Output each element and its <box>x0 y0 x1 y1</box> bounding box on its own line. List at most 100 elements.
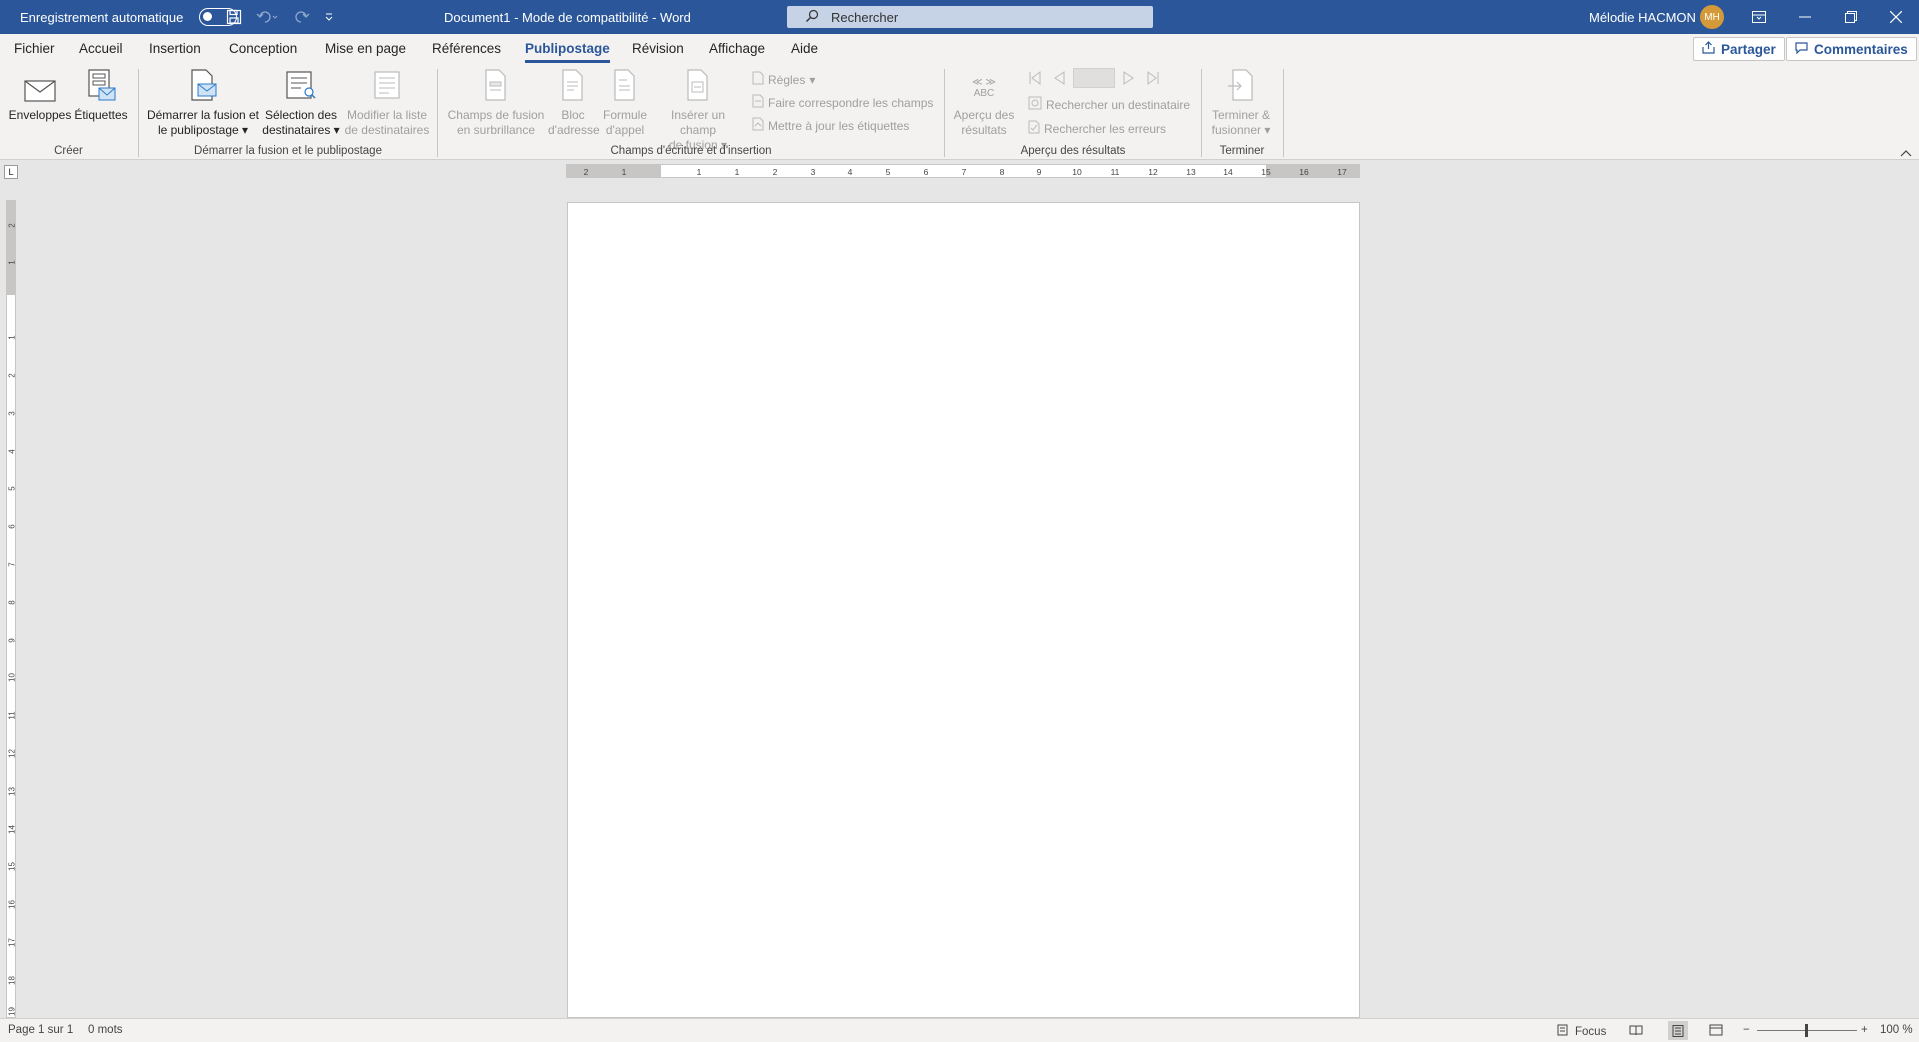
tab-selector[interactable]: L <box>4 165 18 179</box>
word-count[interactable]: 0 mots <box>88 1024 123 1036</box>
comments-button[interactable]: Commentaires <box>1786 37 1917 61</box>
ruler-top-margin <box>7 201 15 295</box>
start-mail-merge-button[interactable]: Démarrer la fusion et le publipostage ▾ <box>146 68 260 138</box>
ruler-tick: 11 <box>7 711 17 720</box>
labels-button[interactable]: Étiquettes <box>74 68 128 123</box>
finish-line1: Terminer & <box>1211 108 1270 122</box>
match-fields-icon <box>752 94 764 111</box>
focus-icon <box>1557 1024 1571 1039</box>
tab-revision[interactable]: Révision <box>632 41 684 56</box>
user-name[interactable]: Mélodie HACMON <box>1589 0 1696 34</box>
tab-accueil[interactable]: Accueil <box>79 41 123 56</box>
ruler-tick: 16 <box>1299 167 1309 177</box>
insert-merge-field-button[interactable]: Insérer un champ de fusion ▾ <box>652 68 744 153</box>
collapse-ribbon-icon[interactable] <box>1900 145 1912 160</box>
tab-aide[interactable]: Aide <box>791 41 818 56</box>
tab-mise-en-page[interactable]: Mise en page <box>325 41 406 56</box>
ruler-tick: 5 <box>7 486 17 491</box>
zoom-level[interactable]: 100 % <box>1880 1024 1913 1036</box>
finish-merge-button[interactable]: Terminer & fusionner ▾ <box>1206 68 1276 138</box>
web-layout-icon[interactable] <box>1709 1024 1723 1036</box>
preview-abc-text: ABC <box>973 88 995 99</box>
ribbon-display-options-icon[interactable] <box>1736 0 1782 34</box>
labels-label: Étiquettes <box>74 108 128 122</box>
ruler-tick: 17 <box>7 938 17 947</box>
save-icon[interactable] <box>226 9 242 25</box>
preview-results-button[interactable]: ≪ ≫ ABC Aperçu des résultats <box>951 68 1017 138</box>
horizontal-ruler[interactable]: 2 1 1 1 2 3 4 5 6 7 8 9 10 11 12 13 14 1… <box>566 164 1360 178</box>
last-record-icon[interactable] <box>1146 71 1160 88</box>
match-fields-button[interactable]: Faire correspondre les champs <box>752 94 933 111</box>
envelopes-button[interactable]: Enveloppes <box>8 68 72 123</box>
first-record-icon[interactable] <box>1028 71 1042 88</box>
chevron-down-icon: ▾ <box>1264 123 1271 137</box>
ruler-tick: 2 <box>583 167 589 177</box>
rules-icon <box>752 71 764 88</box>
edit-list-line2: de destinataires <box>344 123 430 137</box>
ruler-tick: 1 <box>7 260 17 265</box>
update-labels-button[interactable]: Mettre à jour les étiquettes <box>752 117 909 134</box>
previous-record-icon[interactable] <box>1052 71 1066 88</box>
group-separator <box>1201 69 1202 157</box>
rules-button[interactable]: Règles ▾ <box>752 71 815 88</box>
share-button[interactable]: Partager <box>1693 37 1785 61</box>
record-number-input[interactable] <box>1073 68 1115 88</box>
tab-insertion[interactable]: Insertion <box>149 41 201 56</box>
insert-field-line1: Insérer un champ <box>670 108 726 137</box>
tab-publipostage[interactable]: Publipostage <box>525 41 610 63</box>
ruler-tick: 7 <box>7 562 17 567</box>
next-record-icon[interactable] <box>1122 71 1136 88</box>
restore-icon[interactable] <box>1828 0 1874 34</box>
ruler-tick: 12 <box>1148 167 1158 177</box>
search-box[interactable]: Rechercher <box>787 6 1153 28</box>
zoom-slider-thumb[interactable] <box>1805 1024 1808 1037</box>
autosave-control[interactable]: Enregistrement automatique <box>20 0 238 34</box>
document-page[interactable] <box>567 202 1360 1018</box>
select-recipients-icon <box>285 68 317 106</box>
tab-fichier[interactable]: Fichier <box>14 41 55 56</box>
redo-icon[interactable] <box>294 9 310 25</box>
close-icon[interactable] <box>1873 0 1919 34</box>
customize-qat-icon[interactable] <box>324 12 334 22</box>
vertical-ruler[interactable]: 2 1 1 2 3 4 5 6 7 8 9 10 11 12 13 14 15 … <box>6 200 17 1018</box>
read-mode-icon[interactable] <box>1629 1024 1643 1036</box>
highlight-line1: Champs de fusion <box>447 108 545 122</box>
greeting-line-button[interactable]: Formule d'appel <box>600 68 650 138</box>
minimize-icon[interactable] <box>1782 0 1828 34</box>
edit-list-line1: Modifier la liste <box>346 108 428 122</box>
undo-icon[interactable] <box>256 9 280 25</box>
highlight-merge-fields-button[interactable]: Champs de fusion en surbrillance <box>445 68 547 138</box>
match-fields-label: Faire correspondre les champs <box>768 95 934 110</box>
ruler-tick: 14 <box>1223 167 1233 177</box>
find-recipient-button[interactable]: Rechercher un destinataire <box>1028 96 1190 113</box>
ruler-tick: 4 <box>847 167 853 177</box>
zoom-out-icon[interactable]: − <box>1743 1024 1750 1036</box>
edit-recipient-list-button[interactable]: Modifier la liste de destinataires <box>342 68 432 138</box>
edit-list-icon <box>372 68 402 106</box>
tab-references[interactable]: Références <box>432 41 501 56</box>
focus-label: Focus <box>1575 1025 1607 1038</box>
ruler-tick: 18 <box>7 976 17 985</box>
chevron-down-icon: ▾ <box>242 123 249 137</box>
labels-icon <box>86 68 116 106</box>
group-separator <box>944 69 945 157</box>
avatar[interactable]: MH <box>1700 5 1724 29</box>
search-icon <box>787 9 831 26</box>
tab-conception[interactable]: Conception <box>229 41 297 56</box>
tab-affichage[interactable]: Affichage <box>709 41 765 56</box>
ruler-tick: 8 <box>999 167 1005 177</box>
finish-line2: fusionner <box>1211 123 1261 137</box>
ruler-tick: 8 <box>7 600 17 605</box>
address-block-button[interactable]: Bloc d'adresse <box>548 68 600 138</box>
zoom-in-icon[interactable]: + <box>1861 1024 1868 1036</box>
preview-line2: résultats <box>961 123 1007 137</box>
print-layout-icon[interactable] <box>1668 1021 1688 1040</box>
address-block-icon <box>560 68 586 106</box>
select-recipients-button[interactable]: Sélection des destinataires ▾ <box>262 68 340 138</box>
check-errors-button[interactable]: Rechercher les erreurs <box>1028 120 1166 137</box>
focus-button[interactable]: Focus <box>1557 1024 1606 1039</box>
quick-access-toolbar <box>226 0 334 34</box>
ruler-tick: 17 <box>1337 167 1347 177</box>
ruler-tick: 2 <box>7 373 17 378</box>
page-count[interactable]: Page 1 sur 1 <box>8 1024 73 1036</box>
